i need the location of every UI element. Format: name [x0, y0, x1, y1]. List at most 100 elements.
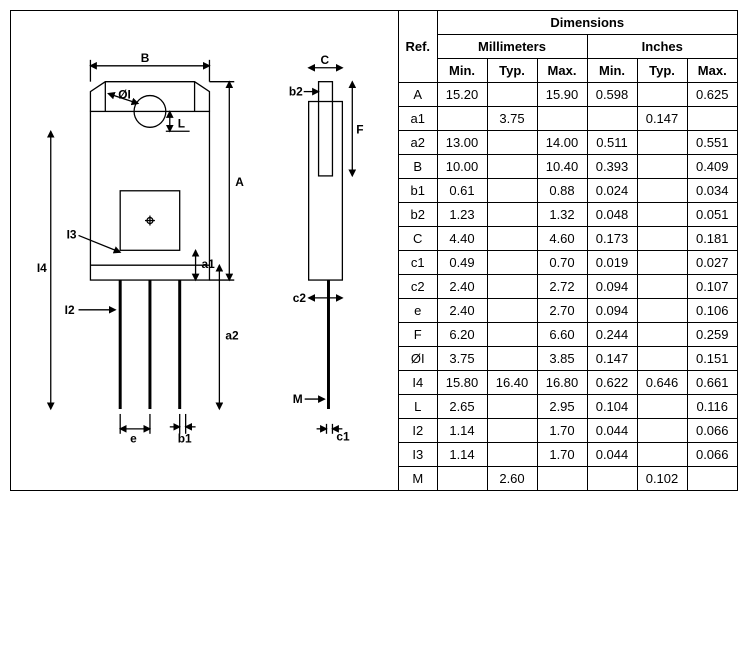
- header-ref: Ref.: [399, 11, 437, 83]
- value-cell: 0.625: [687, 83, 737, 107]
- header-in-max: Max.: [687, 59, 737, 83]
- ref-cell: c2: [399, 275, 437, 299]
- dimensions-figure: B ØI L A I4 I3: [10, 10, 738, 491]
- value-cell: 3.75: [487, 107, 537, 131]
- value-cell: 0.104: [587, 395, 637, 419]
- value-cell: [637, 395, 687, 419]
- value-cell: [487, 443, 537, 467]
- ref-cell: b2: [399, 203, 437, 227]
- value-cell: [637, 299, 687, 323]
- table-row: M 2.60 0.102: [399, 467, 737, 491]
- table-row: a213.0014.000.5110.551: [399, 131, 737, 155]
- value-cell: [487, 251, 537, 275]
- value-cell: 0.661: [687, 371, 737, 395]
- ref-cell: b1: [399, 179, 437, 203]
- value-cell: 2.40: [437, 299, 487, 323]
- ref-cell: a2: [399, 131, 437, 155]
- table-row: b10.610.880.0240.034: [399, 179, 737, 203]
- value-cell: 14.00: [537, 131, 587, 155]
- value-cell: 2.95: [537, 395, 587, 419]
- value-cell: 2.60: [487, 467, 537, 491]
- header-mm-min: Min.: [437, 59, 487, 83]
- label-B: B: [141, 51, 150, 65]
- label-c2: c2: [293, 291, 307, 305]
- value-cell: 0.094: [587, 299, 637, 323]
- value-cell: 10.00: [437, 155, 487, 179]
- header-mm: Millimeters: [437, 35, 587, 59]
- value-cell: [537, 107, 587, 131]
- table-row: I21.141.700.0440.066: [399, 419, 737, 443]
- value-cell: 0.61: [437, 179, 487, 203]
- table-row: B10.00 10.400.393 0.409: [399, 155, 737, 179]
- label-b1: b1: [178, 432, 192, 446]
- header-mm-typ: Typ.: [487, 59, 537, 83]
- label-I2: I2: [65, 303, 75, 317]
- ref-cell: M: [399, 467, 437, 491]
- value-cell: 2.72: [537, 275, 587, 299]
- value-cell: 0.027: [687, 251, 737, 275]
- label-C: C: [321, 53, 330, 67]
- value-cell: [487, 299, 537, 323]
- value-cell: 0.622: [587, 371, 637, 395]
- table-row: a1 3.75 0.147: [399, 107, 737, 131]
- label-A: A: [235, 175, 244, 189]
- table-row: I31.141.700.0440.066: [399, 443, 737, 467]
- value-cell: 0.393: [587, 155, 637, 179]
- value-cell: 10.40: [537, 155, 587, 179]
- value-cell: [637, 419, 687, 443]
- value-cell: 0.173: [587, 227, 637, 251]
- value-cell: 0.051: [687, 203, 737, 227]
- value-cell: 0.066: [687, 443, 737, 467]
- value-cell: [587, 467, 637, 491]
- value-cell: [637, 275, 687, 299]
- value-cell: 2.40: [437, 275, 487, 299]
- label-c1: c1: [336, 430, 350, 444]
- value-cell: 0.409: [687, 155, 737, 179]
- ref-cell: F: [399, 323, 437, 347]
- ref-cell: A: [399, 83, 437, 107]
- value-cell: [637, 443, 687, 467]
- value-cell: 1.14: [437, 443, 487, 467]
- value-cell: 0.102: [637, 467, 687, 491]
- table-row: F6.206.600.2440.259: [399, 323, 737, 347]
- ref-cell: c1: [399, 251, 437, 275]
- value-cell: 0.259: [687, 323, 737, 347]
- value-cell: 0.024: [587, 179, 637, 203]
- value-cell: 4.60: [537, 227, 587, 251]
- header-mm-max: Max.: [537, 59, 587, 83]
- value-cell: 0.094: [587, 275, 637, 299]
- ref-cell: a1: [399, 107, 437, 131]
- table-row: c10.490.700.0190.027: [399, 251, 737, 275]
- value-cell: [637, 251, 687, 275]
- package-diagram: B ØI L A I4 I3: [11, 11, 399, 490]
- value-cell: [487, 203, 537, 227]
- value-cell: [487, 155, 537, 179]
- value-cell: [687, 107, 737, 131]
- value-cell: 15.80: [437, 371, 487, 395]
- label-I3: I3: [67, 228, 77, 242]
- value-cell: [487, 275, 537, 299]
- ref-cell: ØI: [399, 347, 437, 371]
- ref-cell: I4: [399, 371, 437, 395]
- label-F: F: [356, 122, 363, 136]
- value-cell: 2.65: [437, 395, 487, 419]
- ref-cell: I3: [399, 443, 437, 467]
- value-cell: 0.646: [637, 371, 687, 395]
- value-cell: 0.019: [587, 251, 637, 275]
- value-cell: 0.598: [587, 83, 637, 107]
- value-cell: 0.044: [587, 419, 637, 443]
- value-cell: [687, 467, 737, 491]
- ref-cell: L: [399, 395, 437, 419]
- value-cell: 1.70: [537, 419, 587, 443]
- table-row: I415.8016.4016.800.6220.6460.661: [399, 371, 737, 395]
- table-row: b21.231.320.0480.051: [399, 203, 737, 227]
- ref-cell: B: [399, 155, 437, 179]
- value-cell: 0.551: [687, 131, 737, 155]
- table-row: e2.402.700.0940.106: [399, 299, 737, 323]
- value-cell: 0.044: [587, 443, 637, 467]
- value-cell: 0.106: [687, 299, 737, 323]
- value-cell: 15.20: [437, 83, 487, 107]
- table-row: c22.402.720.0940.107: [399, 275, 737, 299]
- ref-cell: e: [399, 299, 437, 323]
- value-cell: 0.147: [637, 107, 687, 131]
